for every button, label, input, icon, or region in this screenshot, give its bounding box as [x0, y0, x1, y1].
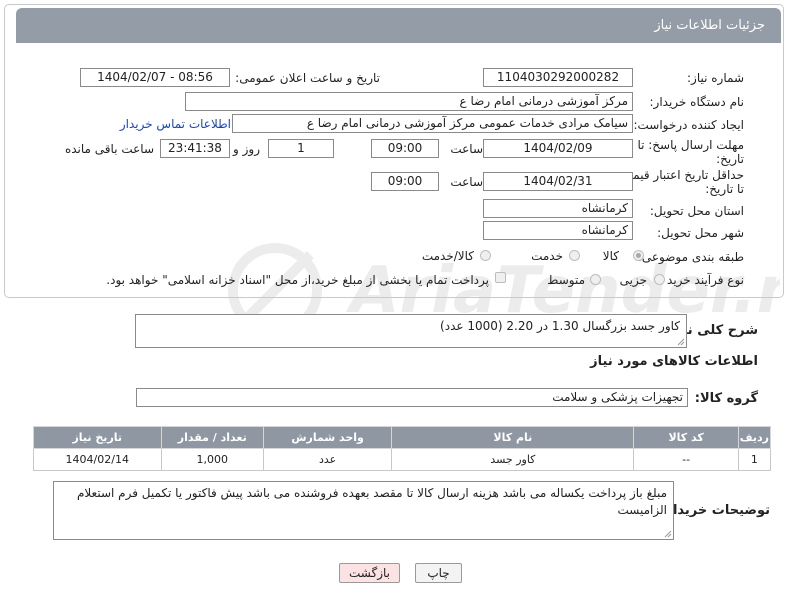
category-radio-goods-service[interactable]	[480, 250, 491, 261]
cell-need-date: 1404/02/14	[33, 448, 162, 471]
buyer-notes-label: توضیحات خریدار:	[660, 503, 770, 518]
col-need-date: تاریخ نیاز	[33, 426, 162, 449]
category-radio-goods[interactable]	[633, 250, 644, 261]
cell-quantity: 1,000	[160, 448, 264, 471]
process-option-medium: متوسط	[547, 273, 585, 287]
creator-label: ایجاد کننده درخواست:	[633, 118, 744, 132]
category-option-goods: کالا	[602, 249, 619, 263]
price-validity-time-label: ساعت	[450, 175, 483, 189]
back-button[interactable]: بازگشت	[339, 563, 400, 583]
need-number-field: 1104030292000282	[483, 68, 633, 87]
announce-label: تاریخ و ساعت اعلان عمومی:	[235, 71, 380, 85]
col-unit: واحد شمارش	[262, 426, 393, 449]
reply-time-label: ساعت	[450, 142, 483, 156]
panel-header: جزئیات اطلاعات نیاز	[16, 8, 781, 43]
col-row: ردیف	[737, 426, 772, 449]
buyer-notes-text: مبلغ باز پرداخت یکساله می باشد هزینه ارس…	[76, 486, 667, 517]
time-remaining-field: 23:41:38	[160, 139, 230, 158]
category-label: طبقه بندی موضوعی:	[637, 250, 744, 264]
city-label: شهر محل تحویل:	[657, 226, 744, 240]
buyer-notes-field[interactable]: مبلغ باز پرداخت یکساله می باشد هزینه ارس…	[53, 481, 674, 540]
table-row: 1 -- کاور جسد عدد 1,000 1404/02/14	[33, 448, 772, 471]
print-button[interactable]: چاپ	[415, 563, 462, 583]
process-option-minor: جزیی	[619, 273, 647, 287]
buyer-org-label: نام دستگاه خریدار:	[649, 95, 745, 109]
goods-table-header: ردیف کد کالا نام کالا واحد شمارش تعداد /…	[33, 426, 772, 449]
time-remaining-label: ساعت باقی مانده	[64, 142, 154, 156]
reply-deadline-label-date: تاریخ:	[716, 152, 744, 166]
treasury-payment-note: پرداخت تمام یا بخشی از مبلغ خرید،از محل …	[106, 273, 489, 287]
goods-table: ردیف کد کالا نام کالا واحد شمارش تعداد /…	[33, 426, 772, 471]
goods-group-field: تجهیزات پزشکی و سلامت	[136, 388, 688, 407]
resize-grip-icon[interactable]	[664, 530, 672, 538]
announce-field: 1404/02/07 - 08:56	[80, 68, 230, 87]
reply-date-field: 1404/02/09	[483, 139, 633, 158]
process-radio-minor[interactable]	[654, 274, 665, 285]
description-text: کاور جسد بزرگسال 1.30 در 2.20 (1000 عدد)	[440, 319, 680, 333]
col-code: کد کالا	[633, 426, 739, 449]
buyer-contact-link[interactable]: اطلاعات تماس خریدار	[120, 117, 231, 131]
price-validity-label: حداقل تاریخ اعتبار قیمت:	[617, 168, 744, 182]
cell-name: کاور جسد	[391, 448, 635, 471]
cell-row: 1	[737, 448, 772, 471]
process-radio-medium[interactable]	[590, 274, 601, 285]
need-number-label: شماره نیاز:	[687, 71, 744, 85]
buyer-org-field: مرکز آموزشی درمانی امام رضا ع	[185, 92, 633, 111]
process-label: نوع فرآیند خرید :	[659, 273, 744, 287]
creator-field: سیامک مرادی خدمات عمومی مرکز آموزشی درما…	[232, 114, 633, 133]
price-validity-date-field: 1404/02/31	[483, 172, 633, 191]
description-field[interactable]: کاور جسد بزرگسال 1.30 در 2.20 (1000 عدد)	[135, 314, 687, 348]
price-validity-label-date: تا تاریخ:	[705, 182, 744, 196]
cell-code: --	[633, 448, 739, 471]
category-radio-service[interactable]	[569, 250, 580, 261]
reply-time-field: 09:00	[371, 139, 439, 158]
treasury-payment-checkbox[interactable]	[495, 272, 506, 283]
days-label: روز و	[233, 142, 260, 156]
goods-info-title: اطلاعات کالاهای مورد نیاز	[590, 354, 758, 369]
resize-grip-icon[interactable]	[677, 338, 685, 346]
category-option-service: خدمت	[531, 249, 563, 263]
col-name: نام کالا	[391, 426, 635, 449]
province-field: کرمانشاه	[483, 199, 633, 218]
category-option-goods-service: کالا/خدمت	[421, 249, 474, 263]
cell-unit: عدد	[262, 448, 393, 471]
panel-title: جزئیات اطلاعات نیاز	[654, 18, 765, 33]
price-validity-time-field: 09:00	[371, 172, 439, 191]
goods-group-label: گروه کالا:	[694, 391, 758, 406]
city-field: کرمانشاه	[483, 221, 633, 240]
days-remaining-field: 1	[268, 139, 334, 158]
col-quantity: تعداد / مقدار	[160, 426, 264, 449]
province-label: استان محل تحویل:	[649, 204, 744, 218]
reply-deadline-label: مهلت ارسال پاسخ: تا	[637, 138, 744, 152]
